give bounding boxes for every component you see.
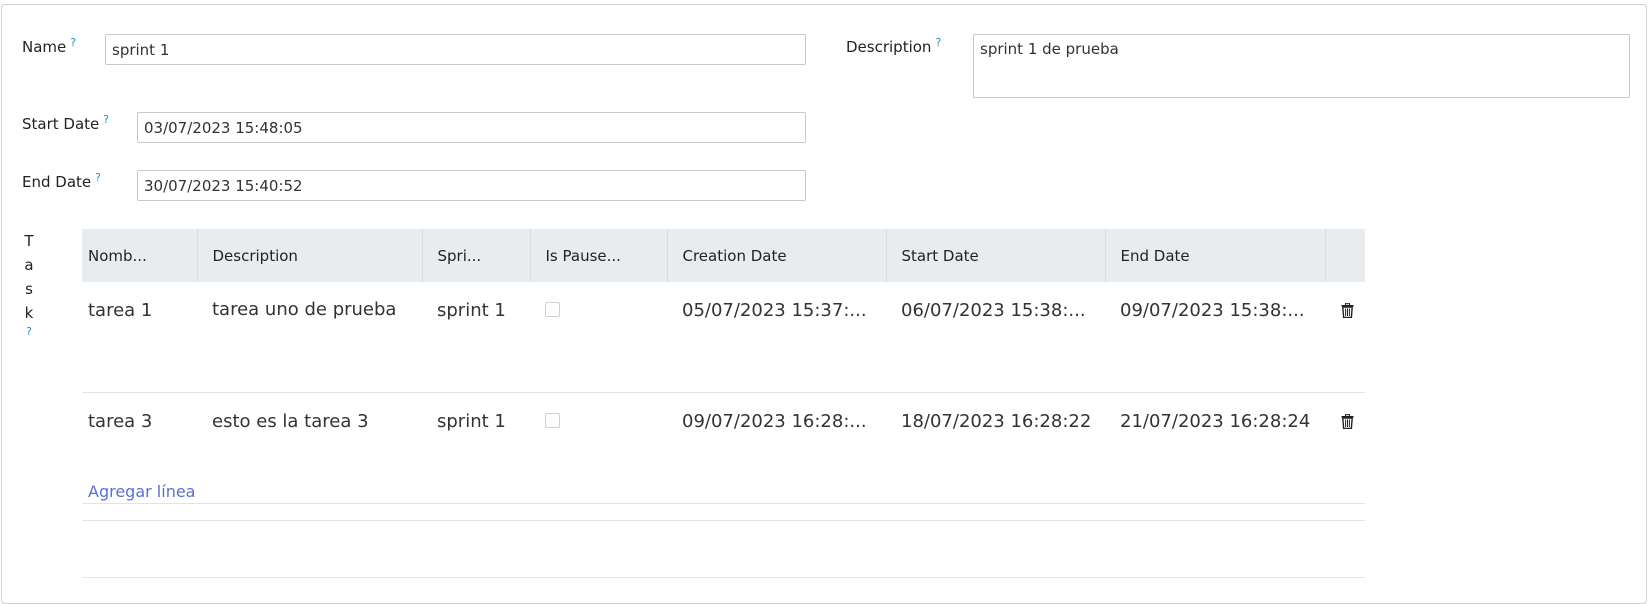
cell-creation-date[interactable]: 05/07/2023 15:37:...	[667, 282, 886, 393]
cell-start-date[interactable]: 18/07/2023 16:28:22	[886, 392, 1105, 504]
table-row[interactable]: tarea 3 esto es la tarea 3 sprint 1 09/0…	[82, 392, 1365, 504]
col-header-start-date[interactable]: Start Date	[886, 229, 1106, 282]
cell-description[interactable]: esto es la tarea 3	[197, 392, 422, 504]
cell-is-paused	[530, 282, 667, 393]
name-help-icon[interactable]: ?	[70, 36, 76, 49]
task-help-icon[interactable]: ?	[22, 325, 36, 339]
trash-icon[interactable]	[1341, 413, 1354, 434]
end-date-input[interactable]	[137, 170, 806, 201]
col-header-sprint[interactable]: Spri...	[422, 229, 531, 282]
cell-start-date[interactable]: 06/07/2023 15:38:...	[886, 282, 1105, 393]
cell-nombre[interactable]: tarea 1	[82, 282, 197, 393]
cell-end-date[interactable]: 21/07/2023 16:28:24	[1105, 392, 1325, 504]
divider	[82, 577, 1365, 578]
name-label: Name?	[22, 36, 77, 56]
col-header-creation-date[interactable]: Creation Date	[667, 229, 887, 282]
description-input[interactable]: sprint 1 de prueba	[973, 34, 1630, 98]
cell-actions	[1325, 392, 1365, 504]
description-help-icon[interactable]: ?	[935, 36, 941, 49]
col-header-description[interactable]: Description	[197, 229, 423, 282]
col-header-end-date[interactable]: End Date	[1105, 229, 1326, 282]
name-input[interactable]	[105, 34, 806, 65]
trash-icon[interactable]	[1341, 302, 1354, 323]
col-header-is-paused[interactable]: Is Pause...	[530, 229, 668, 282]
description-label: Description?	[846, 36, 942, 56]
cell-actions	[1325, 282, 1365, 393]
is-paused-checkbox[interactable]	[545, 413, 560, 428]
cell-creation-date[interactable]: 09/07/2023 16:28:...	[667, 392, 886, 504]
start-date-label: Start Date?	[22, 113, 110, 133]
cell-description[interactable]: tarea uno de prueba	[197, 282, 422, 393]
cell-sprint[interactable]: sprint 1	[422, 392, 530, 504]
end-date-label: End Date?	[22, 171, 101, 191]
col-header-nombre[interactable]: Nomb...	[82, 229, 198, 282]
table-header-row: Nomb... Description Spri... Is Pause... …	[82, 229, 1365, 282]
task-table: Nomb... Description Spri... Is Pause... …	[82, 229, 1365, 504]
divider	[82, 520, 1365, 521]
add-line-link[interactable]: Agregar línea	[88, 482, 195, 501]
is-paused-checkbox[interactable]	[545, 302, 560, 317]
cell-end-date[interactable]: 09/07/2023 15:38:...	[1105, 282, 1325, 393]
table-row[interactable]: tarea 1 tarea uno de prueba sprint 1 05/…	[82, 282, 1365, 393]
start-date-input[interactable]	[137, 112, 806, 143]
cell-sprint[interactable]: sprint 1	[422, 282, 530, 393]
col-header-actions	[1325, 229, 1365, 282]
start-date-help-icon[interactable]: ?	[103, 113, 109, 126]
task-label: T a s k ?	[22, 229, 36, 339]
cell-is-paused	[530, 392, 667, 504]
end-date-help-icon[interactable]: ?	[95, 171, 101, 184]
